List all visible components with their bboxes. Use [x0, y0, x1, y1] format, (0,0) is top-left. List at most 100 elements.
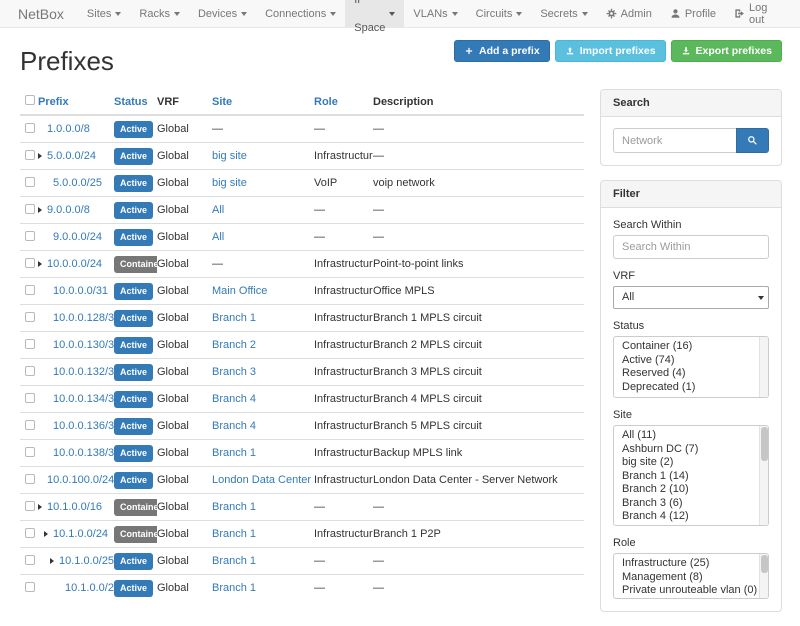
site-link[interactable]: Branch 2 — [212, 339, 256, 351]
prefix-link[interactable]: 10.1.0.0/26 — [65, 582, 114, 594]
nav-item-circuits[interactable]: Circuits — [467, 0, 532, 27]
site-link[interactable]: Branch 4 — [212, 393, 256, 405]
search-input[interactable] — [613, 128, 736, 153]
site-link[interactable]: All — [212, 231, 224, 243]
role-cell: — — [314, 494, 373, 521]
row-checkbox[interactable] — [25, 123, 35, 133]
nav-item-ip-space[interactable]: IP Space — [345, 0, 404, 27]
row-checkbox[interactable] — [25, 150, 35, 160]
site-link[interactable]: Branch 1 — [212, 528, 256, 540]
row-checkbox[interactable] — [25, 258, 35, 268]
site-link[interactable]: big site — [212, 150, 247, 162]
row-checkbox[interactable] — [25, 582, 35, 592]
prefix-link[interactable]: 10.0.0.130/31 — [53, 339, 114, 351]
prefix-link[interactable]: 10.0.100.0/24 — [47, 474, 114, 486]
row-checkbox[interactable] — [25, 204, 35, 214]
export-prefixes-button[interactable]: Export prefixes — [671, 40, 782, 62]
multiselect-option[interactable]: Active (74) — [614, 354, 768, 368]
site-link[interactable]: Main Office — [212, 285, 267, 297]
prefix-link[interactable]: 5.0.0.0/25 — [53, 177, 102, 189]
user-nav-admin[interactable]: Admin — [597, 0, 661, 27]
scrollbar[interactable] — [759, 426, 768, 525]
column-header-prefix[interactable]: Prefix — [38, 89, 114, 115]
nav-item-vlans[interactable]: VLANs — [404, 0, 466, 27]
site-link[interactable]: Branch 1 — [212, 447, 256, 459]
row-checkbox[interactable] — [25, 447, 35, 457]
site-link[interactable]: Branch 4 — [212, 420, 256, 432]
row-checkbox[interactable] — [25, 285, 35, 295]
row-checkbox[interactable] — [25, 366, 35, 376]
multiselect-option[interactable]: big site (2) — [614, 456, 768, 470]
multiselect-option[interactable]: Ashburn DC (7) — [614, 443, 768, 457]
scrollbar[interactable] — [759, 554, 768, 598]
prefix-link[interactable]: 10.1.0.0/16 — [47, 501, 102, 513]
import-prefixes-button[interactable]: Import prefixes — [555, 40, 666, 62]
multiselect-option[interactable]: Private unrouteable vlan (0) — [614, 584, 768, 598]
prefix-link[interactable]: 9.0.0.0/24 — [53, 231, 102, 243]
navbar: NetBox SitesRacksDevicesConnectionsIP Sp… — [0, 0, 800, 28]
multiselect-option[interactable]: Branch 3 (6) — [614, 497, 768, 511]
nav-item-connections[interactable]: Connections — [256, 0, 345, 27]
user-nav-profile[interactable]: Profile — [661, 0, 725, 27]
column-header-status[interactable]: Status — [114, 89, 157, 115]
row-checkbox[interactable] — [25, 555, 35, 565]
prefix-link[interactable]: 10.0.0.138/31 — [53, 447, 114, 459]
column-header-site[interactable]: Site — [212, 89, 314, 115]
prefix-link[interactable]: 1.0.0.0/8 — [47, 123, 90, 135]
multiselect-option[interactable]: Deprecated (1) — [614, 381, 768, 395]
prefix-link[interactable]: 10.0.0.128/31 — [53, 312, 114, 324]
prefix-link[interactable]: 10.1.0.0/24 — [53, 528, 108, 540]
row-checkbox[interactable] — [25, 528, 35, 538]
app-brand[interactable]: NetBox — [0, 0, 78, 27]
scrollbar[interactable] — [759, 337, 768, 397]
row-checkbox[interactable] — [25, 501, 35, 511]
site-link[interactable]: Branch 1 — [212, 582, 256, 594]
column-header-role[interactable]: Role — [314, 89, 373, 115]
row-checkbox[interactable] — [25, 474, 35, 484]
multiselect-option[interactable]: Container (16) — [614, 340, 768, 354]
row-checkbox[interactable] — [25, 420, 35, 430]
select-all-checkbox[interactable] — [25, 95, 35, 105]
add-prefix-button[interactable]: Add a prefix — [454, 40, 550, 62]
nav-item-secrets[interactable]: Secrets — [531, 0, 596, 27]
row-checkbox[interactable] — [25, 339, 35, 349]
row-checkbox[interactable] — [25, 231, 35, 241]
multiselect-option[interactable]: Branch 1 (14) — [614, 470, 768, 484]
vrf-cell: Global — [157, 305, 212, 332]
multiselect-option[interactable]: Infrastructure (25) — [614, 557, 768, 571]
prefix-link[interactable]: 10.0.0.0/24 — [47, 258, 102, 270]
filter-select-vrf[interactable]: All — [613, 286, 769, 309]
multiselect-option[interactable]: Branch 4 (12) — [614, 510, 768, 524]
multiselect-option[interactable]: All (11) — [614, 429, 768, 443]
site-link[interactable]: London Data Center — [212, 474, 311, 486]
site-link[interactable]: Branch 1 — [212, 555, 256, 567]
row-checkbox[interactable] — [25, 393, 35, 403]
row-checkbox[interactable] — [25, 177, 35, 187]
multiselect-option[interactable]: Management (8) — [614, 571, 768, 585]
multiselect-option[interactable]: Branch 2 (10) — [614, 483, 768, 497]
site-link[interactable]: Branch 1 — [212, 501, 256, 513]
nav-item-devices[interactable]: Devices — [189, 0, 256, 27]
scrollbar-thumb[interactable] — [761, 427, 768, 461]
prefix-link[interactable]: 10.0.0.134/31 — [53, 393, 114, 405]
multiselect-option[interactable]: Reserved (4) — [614, 367, 768, 381]
prefix-link[interactable]: 10.1.0.0/25 — [59, 555, 114, 567]
nav-item-racks[interactable]: Racks — [130, 0, 189, 27]
search-button[interactable] — [736, 128, 769, 153]
user-nav-log-out[interactable]: Log out — [725, 0, 790, 27]
filter-input-search-within[interactable] — [613, 235, 769, 259]
prefix-link[interactable]: 10.0.0.0/31 — [53, 285, 108, 297]
user-nav-label: Profile — [685, 8, 716, 20]
scrollbar-thumb[interactable] — [761, 555, 768, 573]
prefix-link[interactable]: 10.0.0.136/31 — [53, 420, 114, 432]
prefix-link[interactable]: 10.0.0.132/31 — [53, 366, 114, 378]
nav-item-sites[interactable]: Sites — [78, 0, 130, 27]
site-link[interactable]: Branch 3 — [212, 366, 256, 378]
site-link[interactable]: big site — [212, 177, 247, 189]
prefix-link[interactable]: 5.0.0.0/24 — [47, 150, 96, 162]
site-link[interactable]: Branch 1 — [212, 312, 256, 324]
site-link[interactable]: All — [212, 204, 224, 216]
row-checkbox[interactable] — [25, 312, 35, 322]
multiselect-option[interactable]: Branch 5 (7) — [614, 524, 768, 527]
prefix-link[interactable]: 9.0.0.0/8 — [47, 204, 90, 216]
